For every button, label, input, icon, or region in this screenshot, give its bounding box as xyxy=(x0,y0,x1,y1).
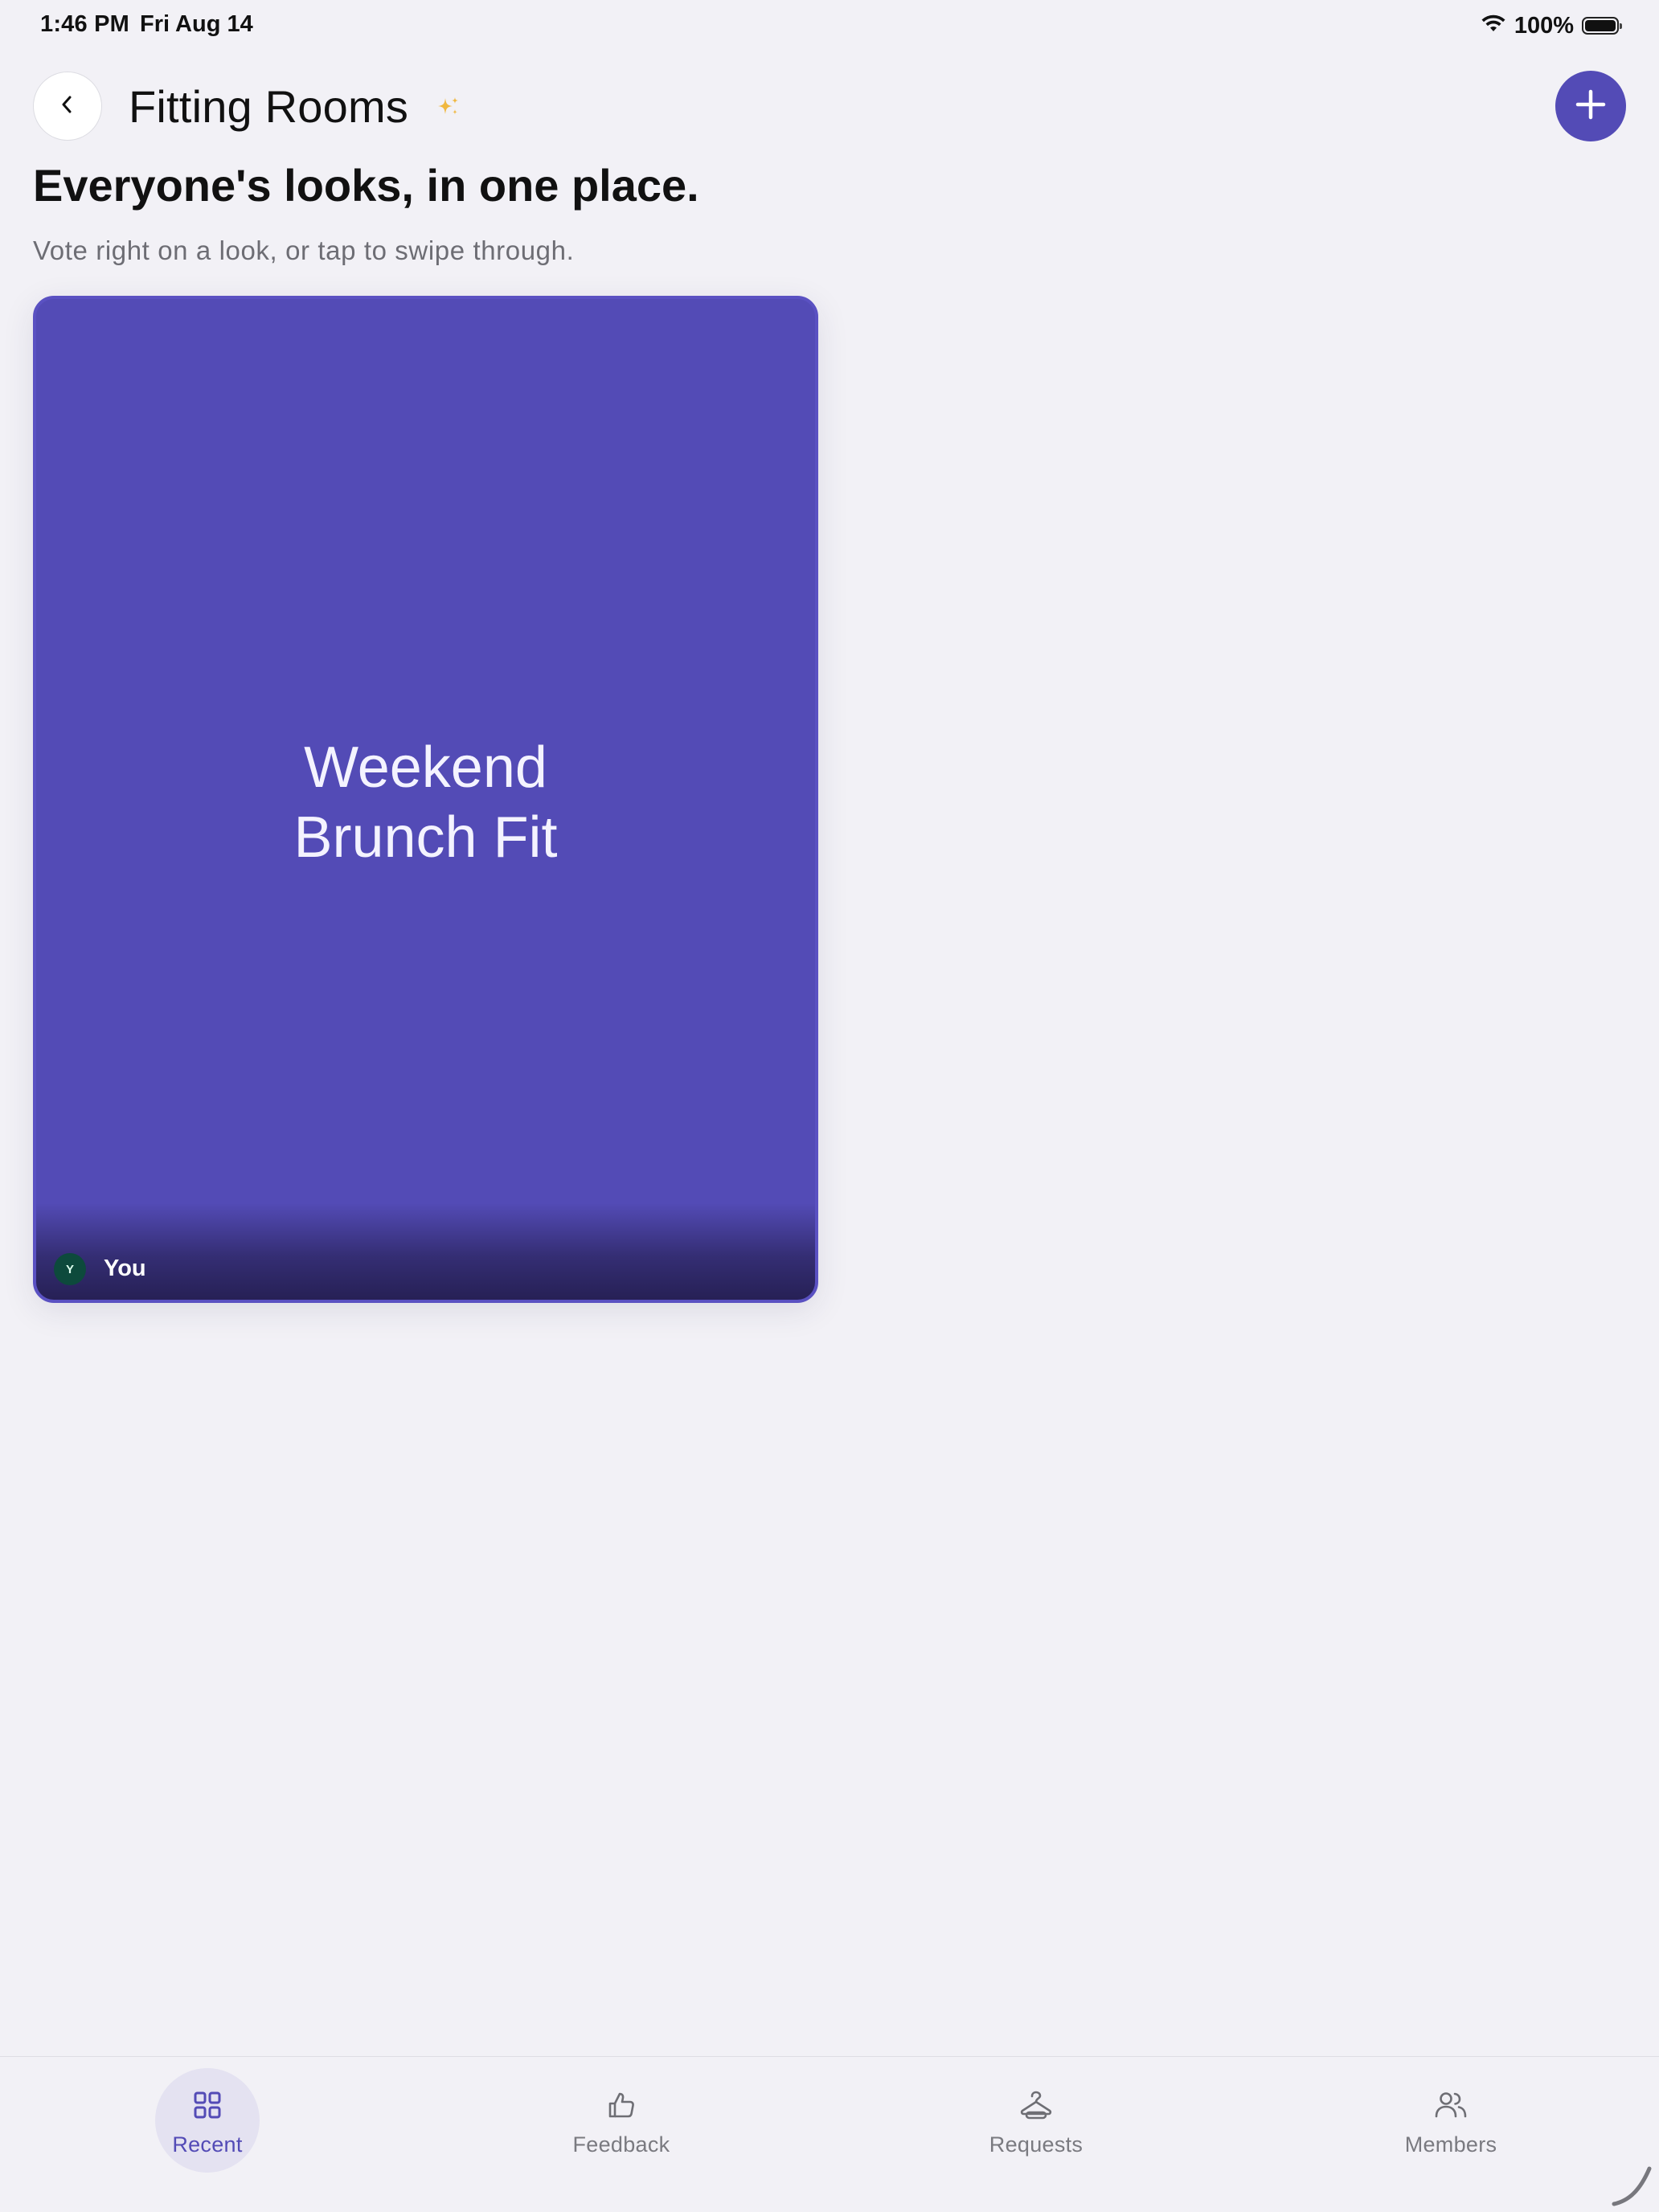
status-time: 1:46 PM xyxy=(40,11,129,37)
tab-bar: Recent Feedback Requests Members xyxy=(0,2056,1659,2212)
battery-percent: 100% xyxy=(1514,12,1574,39)
tab-label: Requests xyxy=(989,2132,1083,2157)
subheadline: Vote right on a look, or tap to swipe th… xyxy=(33,236,575,265)
wifi-icon xyxy=(1481,14,1506,38)
headline: Everyone's looks, in one place. xyxy=(33,160,699,211)
sparkle-icon xyxy=(436,95,461,123)
thumbs-up-icon xyxy=(604,2087,639,2123)
page-title: Fitting Rooms xyxy=(129,81,409,132)
status-date: Fri Aug 14 xyxy=(140,11,253,37)
tab-requests[interactable]: Requests xyxy=(956,2057,1116,2177)
battery-icon xyxy=(1582,17,1622,35)
tab-feedback[interactable]: Feedback xyxy=(541,2057,702,2177)
add-look-button[interactable] xyxy=(1555,71,1626,141)
tab-recent[interactable]: Recent xyxy=(127,2057,288,2177)
look-title-line-1: Weekend xyxy=(304,735,547,800)
fitting-rooms-screen: 1:46 PM Fri Aug 14 100% Fitting Rooms Ev… xyxy=(0,0,1659,2212)
plus-icon xyxy=(1573,87,1608,126)
look-title-line-2: Brunch Fit xyxy=(293,805,558,870)
look-title: Weekend Brunch Fit xyxy=(36,733,815,873)
tab-label: Recent xyxy=(172,2132,243,2157)
chevron-left-icon xyxy=(55,92,80,121)
back-button[interactable] xyxy=(33,72,102,141)
grid-icon xyxy=(190,2087,225,2123)
hanger-icon xyxy=(1018,2087,1054,2123)
owner-name: You xyxy=(104,1256,146,1281)
tab-label: Feedback xyxy=(572,2132,670,2157)
people-icon xyxy=(1433,2087,1469,2123)
look-card-footer: Y You xyxy=(36,1203,815,1300)
tab-members[interactable]: Members xyxy=(1370,2057,1531,2177)
look-card[interactable]: Weekend Brunch Fit Y You xyxy=(33,296,818,1303)
tab-label: Members xyxy=(1404,2132,1497,2157)
avatar: Y xyxy=(54,1253,86,1285)
status-bar: 1:46 PM Fri Aug 14 100% xyxy=(0,0,1659,51)
resize-handle-icon[interactable] xyxy=(1608,2162,1656,2212)
status-indicators: 100% xyxy=(1481,10,1622,42)
